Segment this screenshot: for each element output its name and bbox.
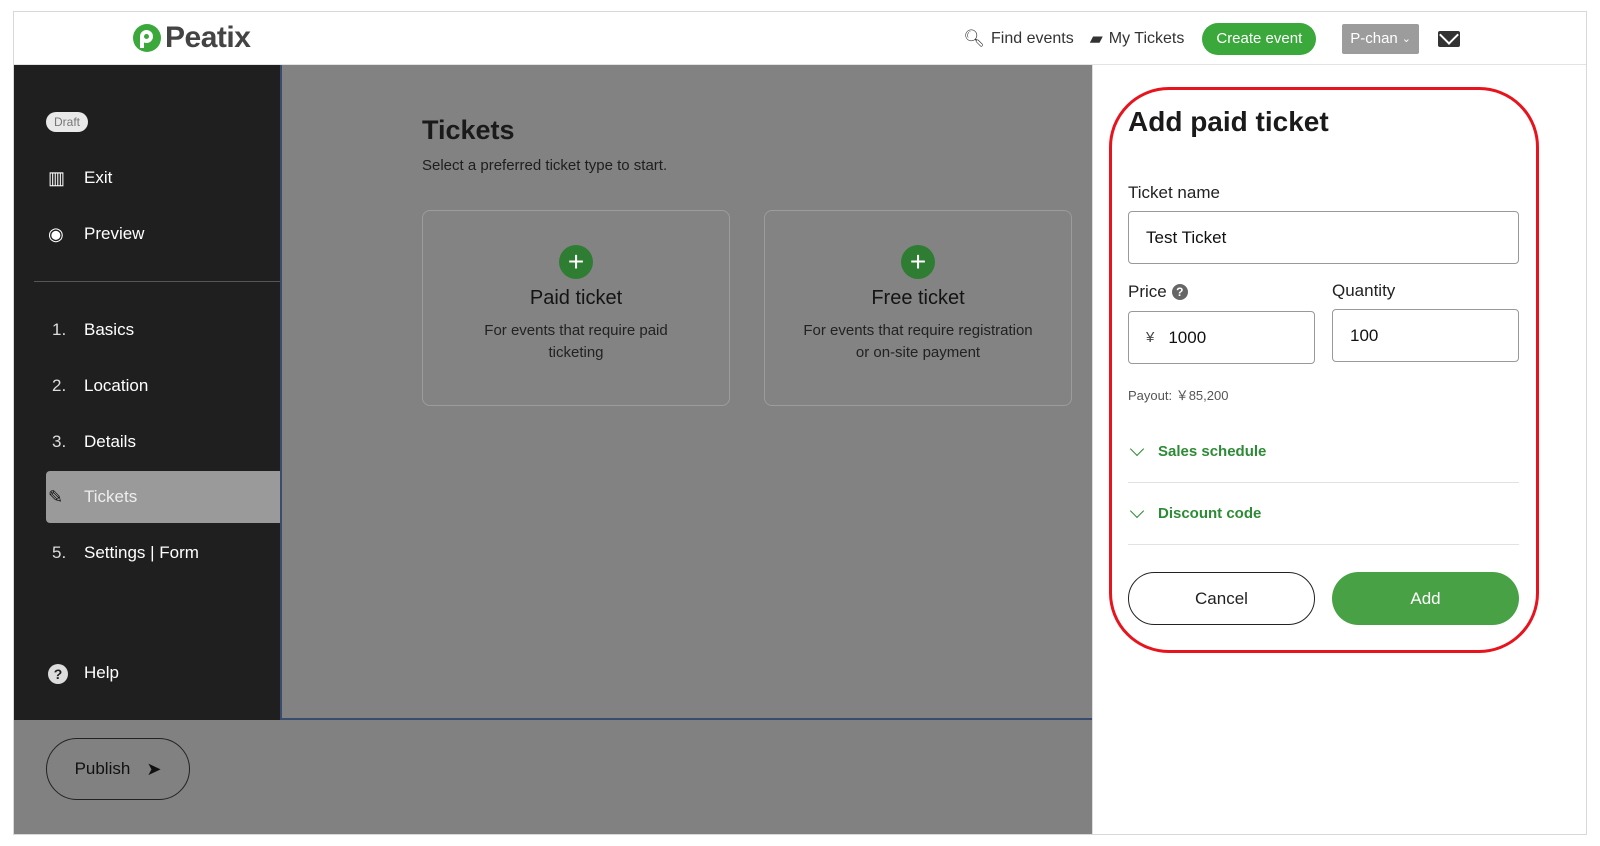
sidebar-item-label: Help	[84, 663, 119, 682]
publish-button[interactable]: Publish ➤	[46, 738, 190, 800]
add-button[interactable]: Add	[1332, 572, 1519, 625]
rocket-icon: ➤	[146, 758, 162, 779]
draft-badge: Draft	[46, 112, 89, 132]
exit-icon: ▥	[48, 167, 66, 188]
ticket-name-label-text: Ticket name	[1128, 183, 1220, 202]
bottom-bar: Publish ➤	[14, 720, 1092, 834]
sales-schedule-toggle[interactable]: Sales schedule	[1128, 421, 1519, 483]
price-label-text: Price	[1128, 282, 1167, 301]
price-value: 1000	[1168, 327, 1207, 347]
price-label: Price ?	[1128, 282, 1188, 302]
user-name: P-chan	[1350, 30, 1398, 47]
sidebar-item-basics[interactable]: 1. Basics	[46, 304, 280, 356]
eye-icon: ◉	[48, 223, 64, 244]
currency-symbol: ¥	[1146, 329, 1155, 346]
sidebar: Draft ▥ Exit ◉ Preview 1. Basics 2. Loca…	[14, 65, 280, 720]
chevron-down-icon: ⌄	[1401, 33, 1411, 45]
main-content: Tickets Select a preferred ticket type t…	[280, 65, 1092, 720]
step-number: 2.	[52, 376, 67, 395]
my-tickets-label: My Tickets	[1108, 29, 1185, 47]
payout-text: Payout: ￥85,200	[1128, 388, 1229, 403]
logo-text: Peatix	[165, 21, 251, 54]
sidebar-item-label: Tickets	[84, 487, 138, 506]
sidebar-item-label: Preview	[84, 224, 145, 243]
panel-title: Add paid ticket	[1128, 106, 1329, 137]
app-window: Peatix 🔍︎ Find events ▰ My Tickets Creat…	[13, 11, 1587, 835]
peatix-logo[interactable]: Peatix	[133, 21, 251, 55]
add-paid-ticket-panel: Add paid ticket Ticket name Test Ticket …	[1092, 65, 1586, 834]
free-ticket-card[interactable]: + Free ticket For events that require re…	[764, 210, 1072, 406]
search-icon: 🔍︎	[963, 28, 985, 48]
find-events-label: Find events	[991, 29, 1074, 47]
ticket-name-input[interactable]: Test Ticket	[1128, 211, 1519, 264]
page-title: Tickets	[422, 115, 515, 145]
sidebar-item-exit[interactable]: ▥ Exit	[46, 152, 280, 204]
sidebar-item-location[interactable]: 2. Location	[46, 360, 280, 412]
sidebar-item-label: Details	[84, 432, 136, 451]
card-description: For events that require registration or …	[803, 322, 1033, 361]
pencil-icon: ✎	[48, 486, 64, 507]
card-title: Paid ticket	[529, 287, 623, 309]
chevron-down-icon	[1129, 441, 1145, 456]
sidebar-item-label: Exit	[84, 168, 113, 187]
sidebar-item-label: Settings | Form	[84, 543, 199, 562]
step-number: 5.	[52, 543, 67, 562]
discount-code-label: Discount code	[1158, 505, 1262, 522]
sales-schedule-label: Sales schedule	[1158, 443, 1267, 460]
sidebar-item-label: Basics	[84, 320, 135, 339]
chevron-down-icon	[1129, 503, 1145, 518]
sidebar-item-settings-form[interactable]: 5. Settings | Form	[46, 527, 280, 579]
peatix-logo-icon	[133, 24, 161, 52]
question-icon[interactable]: ?	[1171, 284, 1188, 300]
sidebar-item-label: Location	[84, 376, 149, 395]
highlight-annotation	[1109, 87, 1539, 653]
header-nav: 🔍︎ Find events ▰ My Tickets Create event…	[963, 22, 1586, 55]
plus-icon: +	[901, 245, 935, 279]
ticket-name-value: Test Ticket	[1146, 227, 1227, 247]
find-events-link[interactable]: 🔍︎ Find events	[963, 29, 1073, 49]
quantity-label-text: Quantity	[1332, 281, 1396, 300]
paid-ticket-card[interactable]: + Paid ticket For events that require pa…	[422, 210, 730, 406]
step-number: 1.	[52, 320, 67, 339]
card-title: Free ticket	[871, 287, 965, 309]
user-menu-button[interactable]: P-chan ⌄	[1342, 23, 1419, 54]
my-tickets-link[interactable]: ▰ My Tickets	[1090, 29, 1185, 49]
publish-label: Publish	[74, 759, 131, 778]
ticket-name-label: Ticket name	[1128, 183, 1220, 203]
sidebar-divider	[34, 281, 280, 282]
sidebar-item-help[interactable]: ? Help	[46, 647, 280, 699]
sidebar-item-preview[interactable]: ◉ Preview	[46, 208, 280, 260]
quantity-input[interactable]: 100	[1332, 309, 1519, 362]
cancel-button[interactable]: Cancel	[1128, 572, 1315, 625]
mail-icon[interactable]	[1438, 30, 1460, 47]
quantity-value: 100	[1350, 325, 1379, 345]
create-event-button[interactable]: Create event	[1202, 22, 1317, 55]
card-description: For events that require paid ticketing	[484, 322, 668, 361]
price-input[interactable]: ¥ 1000	[1128, 311, 1315, 364]
sidebar-item-details[interactable]: 3. Details	[46, 416, 280, 468]
plus-icon: +	[559, 245, 593, 279]
page-subtitle: Select a preferred ticket type to start.	[422, 157, 668, 174]
help-icon: ?	[46, 663, 84, 684]
tickets-icon: ▰	[1089, 28, 1103, 48]
quantity-label: Quantity	[1332, 281, 1395, 301]
step-number: 3.	[52, 432, 67, 451]
sidebar-item-tickets[interactable]: ✎ Tickets	[46, 471, 280, 523]
discount-code-toggle[interactable]: Discount code	[1128, 483, 1519, 545]
top-header: Peatix 🔍︎ Find events ▰ My Tickets Creat…	[14, 12, 1586, 65]
